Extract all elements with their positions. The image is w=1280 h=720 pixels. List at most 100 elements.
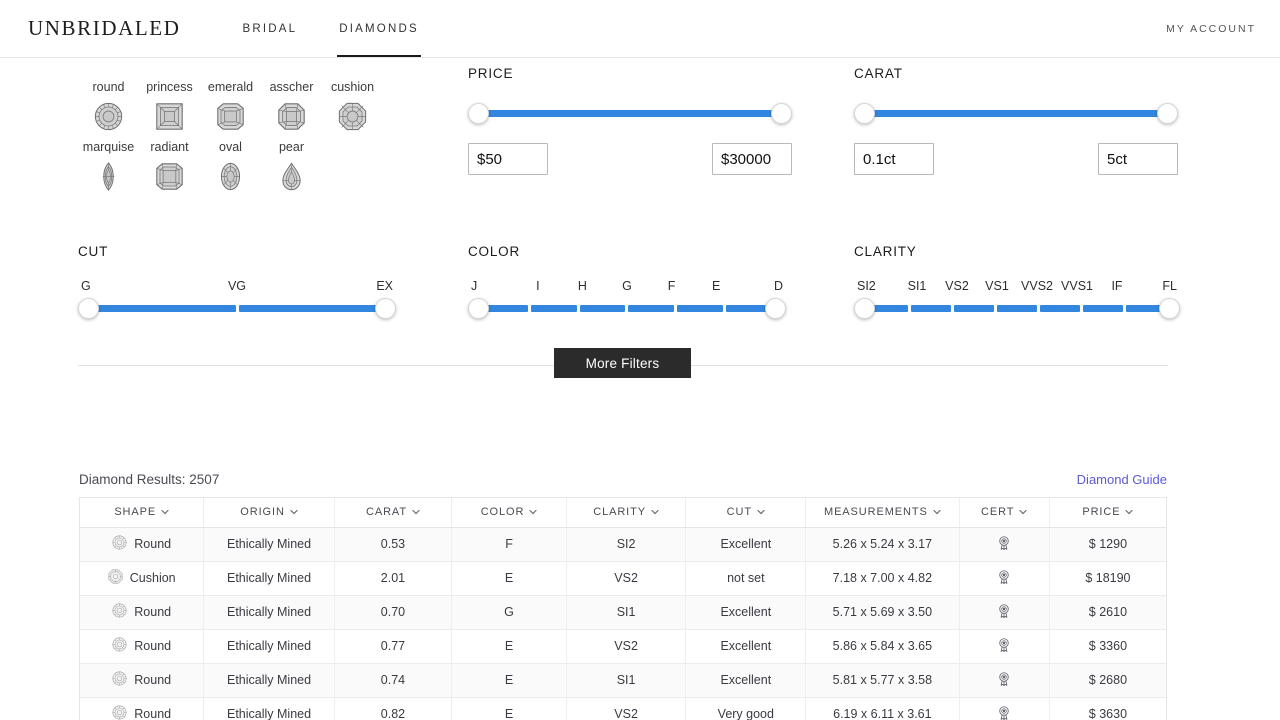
radiant-diamond-icon <box>139 160 200 192</box>
color-max-handle[interactable] <box>765 298 786 319</box>
cell-cert[interactable] <box>959 527 1050 562</box>
round-diamond-icon <box>112 535 127 553</box>
cut-label: CUT <box>78 244 109 259</box>
cell-origin: Ethically Mined <box>203 629 335 664</box>
chevron-down-icon <box>290 508 298 516</box>
my-account-link[interactable]: MY ACCOUNT <box>1166 23 1256 35</box>
cell-shape: Round <box>80 697 205 720</box>
more-filters-button[interactable]: More Filters <box>554 348 691 378</box>
price-min-input[interactable] <box>468 143 548 175</box>
carat-min-handle[interactable] <box>854 103 875 124</box>
price-max-handle[interactable] <box>771 103 792 124</box>
table-row[interactable]: Round Ethically Mined 0.53 F SI2 Excellent 5.2… <box>80 527 1166 562</box>
shape-option-asscher[interactable]: asscher <box>261 80 322 132</box>
nav-item-diamonds[interactable]: DIAMONDS <box>337 0 421 57</box>
marquise-diamond-icon <box>78 160 139 192</box>
column-header-color[interactable]: COLOR <box>451 498 567 528</box>
price-min-handle[interactable] <box>468 103 489 124</box>
shape-option-cushion[interactable]: cushion <box>322 80 383 132</box>
column-header-origin[interactable]: ORIGIN <box>203 498 335 528</box>
clarity-tick: SI1 <box>907 279 927 293</box>
clarity-label: CLARITY <box>854 244 917 259</box>
table-row[interactable]: Round Ethically Mined 0.74 E SI1 Excellent 5.8… <box>80 663 1166 698</box>
cell-origin: Ethically Mined <box>203 561 335 596</box>
round-diamond-icon <box>112 603 127 621</box>
cut-filter: CUT G VG EX <box>78 244 468 324</box>
cell-clarity: SI1 <box>566 595 687 630</box>
clarity-max-handle[interactable] <box>1159 298 1180 319</box>
table-row[interactable]: Round Ethically Mined 0.82 E VS2 Very good 6.1… <box>80 697 1166 720</box>
main-nav: BRIDAL DIAMONDS <box>241 0 459 57</box>
table-row[interactable]: Cushion Ethically Mined 2.01 E VS2 not set 7.1… <box>80 561 1166 596</box>
shape-label: asscher <box>269 80 314 94</box>
carat-range-slider[interactable] <box>854 103 1178 125</box>
certificate-ribbon-icon[interactable] <box>996 603 1012 619</box>
carat-max-input[interactable] <box>1098 143 1178 175</box>
shape-option-oval[interactable]: oval <box>200 140 261 192</box>
shape-option-princess[interactable]: princess <box>139 80 200 132</box>
column-header-price[interactable]: PRICE <box>1049 498 1166 528</box>
table-row[interactable]: Round Ethically Mined 0.77 E VS2 Excellent 5.8… <box>80 629 1166 664</box>
shape-option-marquise[interactable]: marquise <box>78 140 139 192</box>
diamond-guide-link[interactable]: Diamond Guide <box>1077 472 1167 487</box>
column-label: COLOR <box>480 506 525 519</box>
column-label: CLARITY <box>593 506 646 519</box>
cell-shape: Cushion <box>80 561 205 596</box>
cut-range-slider[interactable] <box>78 298 396 320</box>
column-header-measurements[interactable]: MEASUREMENTS <box>805 498 960 528</box>
cut-max-handle[interactable] <box>375 298 396 319</box>
column-header-shape[interactable]: SHAPE <box>80 498 205 528</box>
carat-max-handle[interactable] <box>1157 103 1178 124</box>
brand-logo[interactable]: UNBRIDALED <box>28 16 181 41</box>
column-label: SHAPE <box>114 506 157 519</box>
shape-option-pear[interactable]: pear <box>261 140 322 192</box>
column-header-cut[interactable]: CUT <box>685 498 807 528</box>
color-min-handle[interactable] <box>468 298 489 319</box>
certificate-ribbon-icon[interactable] <box>996 637 1012 653</box>
cell-shape-label: Cushion <box>129 571 176 585</box>
cell-price: $ 1290 <box>1049 527 1166 562</box>
nav-item-bridal[interactable]: BRIDAL <box>241 0 300 57</box>
cell-price: $ 2610 <box>1049 595 1166 630</box>
cell-cert[interactable] <box>959 697 1050 720</box>
certificate-ribbon-icon[interactable] <box>996 569 1012 585</box>
color-track <box>482 305 772 312</box>
certificate-ribbon-icon[interactable] <box>996 535 1012 551</box>
column-header-carat[interactable]: CARAT <box>334 498 453 528</box>
column-header-cert[interactable]: CERT <box>959 498 1050 528</box>
carat-min-input[interactable] <box>854 143 934 175</box>
cut-tick: EX <box>376 279 393 293</box>
color-tick: F <box>667 279 676 293</box>
emerald-diamond-icon <box>200 100 261 132</box>
certificate-ribbon-icon[interactable] <box>996 671 1012 687</box>
cell-cert[interactable] <box>959 561 1050 596</box>
cell-cert[interactable] <box>959 663 1050 698</box>
certificate-ribbon-icon[interactable] <box>996 705 1012 720</box>
cell-cert[interactable] <box>959 595 1050 630</box>
clarity-tick: VS1 <box>985 279 1009 293</box>
cut-min-handle[interactable] <box>78 298 99 319</box>
shape-option-round[interactable]: round <box>78 80 139 132</box>
clarity-tick: SI2 <box>857 279 876 293</box>
cell-carat: 0.53 <box>334 527 453 562</box>
price-range-slider[interactable] <box>468 103 792 125</box>
clarity-min-handle[interactable] <box>854 298 875 319</box>
cell-shape-label: Round <box>134 707 172 720</box>
clarity-range-slider[interactable] <box>854 298 1180 320</box>
cell-cut: Excellent <box>685 595 807 630</box>
chevron-down-icon <box>651 508 659 516</box>
cut-track <box>92 305 382 312</box>
chevron-down-icon <box>1125 508 1134 516</box>
color-range-slider[interactable] <box>468 298 786 320</box>
table-row[interactable]: Round Ethically Mined 0.70 G SI1 Excellent 5.7… <box>80 595 1166 630</box>
clarity-tick: IF <box>1111 279 1123 293</box>
price-max-input[interactable] <box>712 143 792 175</box>
shape-option-emerald[interactable]: emerald <box>200 80 261 132</box>
column-header-clarity[interactable]: CLARITY <box>566 498 687 528</box>
cushion-diamond-icon <box>322 100 383 132</box>
shape-option-radiant[interactable]: radiant <box>139 140 200 192</box>
results-table-body: Round Ethically Mined 0.53 F SI2 Excellent 5.2… <box>80 527 1166 720</box>
cell-measurements: 5.81 x 5.77 x 3.58 <box>805 663 960 698</box>
cell-cert[interactable] <box>959 629 1050 664</box>
results-table-container: SHAPE ORIGIN CARAT COLOR CLARITY CUT MEA… <box>79 497 1167 720</box>
